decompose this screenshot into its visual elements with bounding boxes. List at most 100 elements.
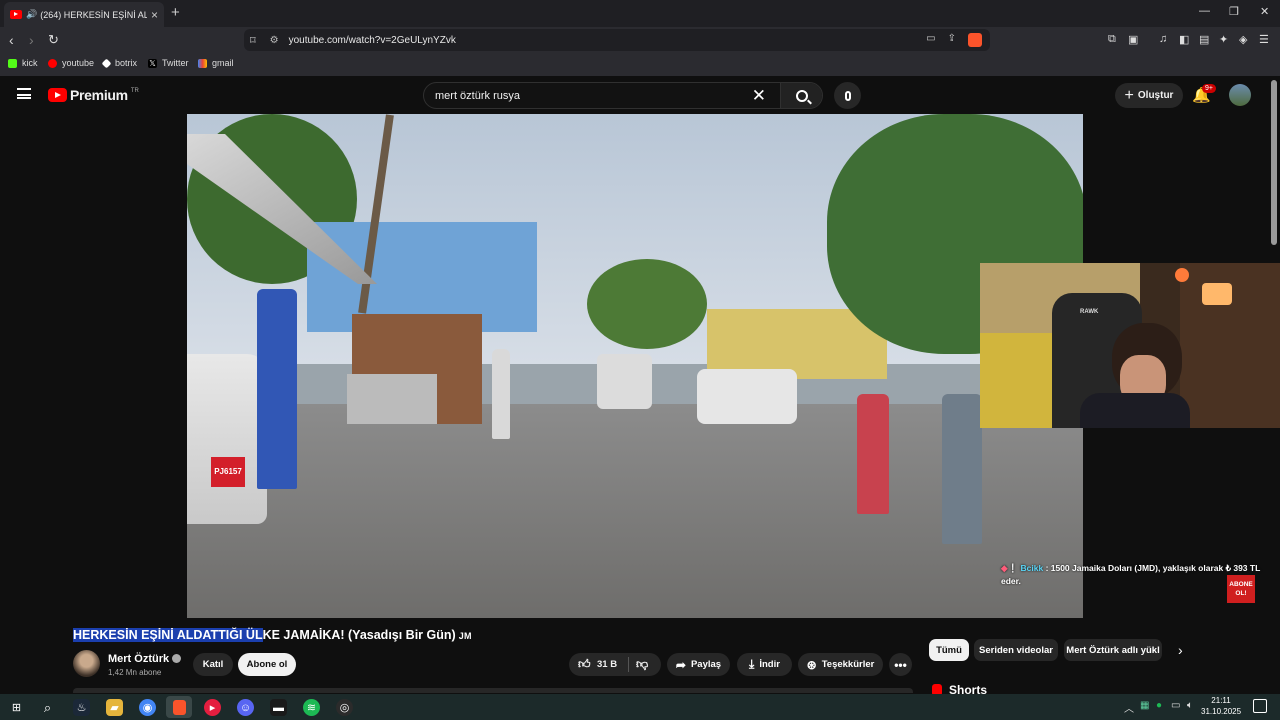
spotify-icon[interactable]: ≋ xyxy=(303,699,320,716)
taskbar-clock[interactable]: 21:11 31.10.2025 xyxy=(1201,695,1241,717)
voice-search-button[interactable] xyxy=(834,82,861,109)
search-button[interactable] xyxy=(780,83,822,108)
cast-icon[interactable]: ▭ xyxy=(926,33,935,47)
minimize-icon[interactable]: — xyxy=(1199,5,1210,17)
account-avatar[interactable] xyxy=(1229,84,1251,106)
extensions-icon[interactable]: ⧉ xyxy=(1108,33,1116,46)
restore-icon[interactable]: ❐ xyxy=(1229,5,1239,18)
music-icon[interactable]: ♫ xyxy=(1159,33,1167,45)
leo-ai-icon[interactable]: ✦ xyxy=(1219,33,1228,46)
bookmark-twitter[interactable]: 𝕏 Twitter xyxy=(148,58,189,68)
cam-lamp xyxy=(1202,283,1232,305)
page-scrollbar[interactable] xyxy=(1271,80,1277,245)
youtube-play-icon xyxy=(48,88,67,102)
plus-icon: + xyxy=(1124,86,1134,104)
kick-icon xyxy=(8,58,17,68)
search-icon[interactable]: ⌕ xyxy=(39,699,56,716)
create-button[interactable]: + Oluştur xyxy=(1115,83,1183,108)
video-car xyxy=(187,354,267,524)
brave-taskbar-icon[interactable] xyxy=(166,696,192,718)
more-actions-button[interactable]: ••• xyxy=(889,653,912,676)
title-selected-text: HERKESİN EŞİNİ ALDATTIĞI ÜL xyxy=(73,628,263,642)
dislike-icon[interactable]: 👎︎ xyxy=(636,657,648,672)
search-input[interactable]: mert öztürk rusya xyxy=(435,90,752,102)
chrome-icon[interactable]: ◉ xyxy=(139,699,156,716)
sidebar-icon[interactable]: ◧ xyxy=(1179,33,1189,46)
join-button[interactable]: Katıl xyxy=(193,653,233,676)
tray-app-icon[interactable]: ▦ xyxy=(1140,700,1149,711)
brave-shield-icon[interactable] xyxy=(968,33,982,47)
close-window-icon[interactable]: ✕ xyxy=(1260,5,1269,18)
microphone-icon xyxy=(844,90,851,101)
bookmark-botrix[interactable]: botrix xyxy=(101,58,137,68)
stream-chat-message: ◆❕ Bcikk : 1500 Jamaika Doları (JMD), ya… xyxy=(1001,562,1261,588)
title-rest-text: KE JAMAİKA! (Yasadışı Bir Gün) xyxy=(262,628,456,642)
url-text[interactable]: youtube.com/watch?v=2GeULynYZvk xyxy=(289,35,456,46)
bookmark-youtube[interactable]: youtube xyxy=(48,58,94,68)
back-icon[interactable]: ‹ xyxy=(9,32,14,48)
video-player[interactable]: PJ6157 xyxy=(187,114,1083,618)
subscribe-button[interactable]: Abone ol xyxy=(238,653,296,676)
bookmark-gmail[interactable]: gmail xyxy=(198,58,234,68)
screenshot-icon[interactable]: ▣ xyxy=(1128,33,1138,46)
discord-icon[interactable]: ☺ xyxy=(237,699,254,716)
wallet-icon[interactable]: ▤ xyxy=(1199,33,1209,46)
like-icon[interactable]: 👍︎ xyxy=(578,657,591,672)
like-count[interactable]: 31 B xyxy=(597,659,617,670)
thanks-button[interactable]: ⊛ Teşekkürler xyxy=(798,653,883,676)
chat-username: Bcikk xyxy=(1020,563,1044,573)
like-dislike-group: 👍︎ 31 B 👎︎ xyxy=(569,653,661,676)
description-box[interactable] xyxy=(73,688,913,693)
browser-tab[interactable]: 🔊 (264) HERKESİN EŞİNİ ALDAT × xyxy=(4,2,164,27)
obs-icon[interactable]: ◎ xyxy=(336,699,353,716)
search-box[interactable]: mert öztürk rusya ✕ xyxy=(423,82,823,109)
terminal-icon[interactable]: ▬ xyxy=(270,699,287,716)
steam-icon[interactable]: ♨ xyxy=(73,699,90,716)
cam-yellow-panel xyxy=(980,333,1060,428)
tray-spotify-icon[interactable]: ● xyxy=(1156,700,1162,711)
clear-search-icon[interactable]: ✕ xyxy=(752,86,766,106)
chevron-right-icon[interactable]: › xyxy=(1178,642,1183,658)
vpn-icon[interactable]: ◈ xyxy=(1239,33,1247,46)
notification-center-icon[interactable] xyxy=(1253,699,1267,713)
site-info-icon[interactable]: ⚙ xyxy=(270,35,279,46)
download-icon: ⤓ xyxy=(749,657,755,671)
forward-icon[interactable]: › xyxy=(29,32,34,48)
logo-region: TR xyxy=(130,87,139,94)
new-tab-icon[interactable]: + xyxy=(171,4,180,21)
bookmarks-bar: kick youtube botrix 𝕏 Twitter gmail xyxy=(0,54,1280,76)
botrix-icon xyxy=(101,58,112,68)
youtube-icon xyxy=(48,58,57,68)
channel-avatar[interactable] xyxy=(73,650,100,677)
chip-channel-uploads[interactable]: Mert Öztürk adlı yükl xyxy=(1064,639,1162,661)
bookmark-icon[interactable]: ⌑ xyxy=(250,34,256,47)
chip-series[interactable]: Seriden videolar xyxy=(974,639,1058,661)
title-suffix: JM xyxy=(458,631,472,641)
license-plate: PJ6157 xyxy=(211,457,245,487)
youtube-premium-logo[interactable]: Premium TR xyxy=(48,87,139,103)
volume-icon[interactable]: 🔈︎ xyxy=(1187,700,1193,711)
tray-chevron-icon[interactable]: ︿ xyxy=(1124,700,1134,715)
notification-badge: 9+ xyxy=(1202,84,1216,93)
media-player-icon[interactable]: ▸ xyxy=(204,699,221,716)
browser-tab-bar: 🔊 (264) HERKESİN EŞİNİ ALDAT × + — ❐ ✕ xyxy=(0,0,1280,27)
chip-all[interactable]: Tümü xyxy=(929,639,969,661)
network-icon[interactable]: ▭ xyxy=(1171,700,1180,711)
windows-start-icon[interactable]: ⊞ xyxy=(8,699,25,716)
address-bar[interactable]: ⌑ ⚙ youtube.com/watch?v=2GeULynYZvk ▭ ⇪ xyxy=(244,29,990,51)
download-button[interactable]: ⤓ İndir xyxy=(737,653,792,676)
menu-icon[interactable]: ☰ xyxy=(1259,33,1269,46)
file-explorer-icon[interactable]: ▰ xyxy=(106,699,123,716)
bookmark-kick[interactable]: kick xyxy=(8,58,38,68)
reload-icon[interactable]: ↻ xyxy=(48,32,59,48)
share-button[interactable]: ➦ Paylaş xyxy=(667,653,730,676)
gmail-icon xyxy=(198,58,207,68)
close-tab-icon[interactable]: × xyxy=(151,8,158,22)
divider xyxy=(628,657,629,672)
share-icon[interactable]: ⇪ xyxy=(948,33,956,47)
video-person xyxy=(857,394,889,514)
speaker-icon[interactable]: 🔊 xyxy=(26,9,37,20)
channel-name[interactable]: Mert Öztürk xyxy=(108,653,182,665)
hamburger-menu-icon[interactable] xyxy=(17,88,31,99)
video-title: HERKESİN EŞİNİ ALDATTIĞI ÜLKE JAMAİKA! (… xyxy=(73,628,472,642)
